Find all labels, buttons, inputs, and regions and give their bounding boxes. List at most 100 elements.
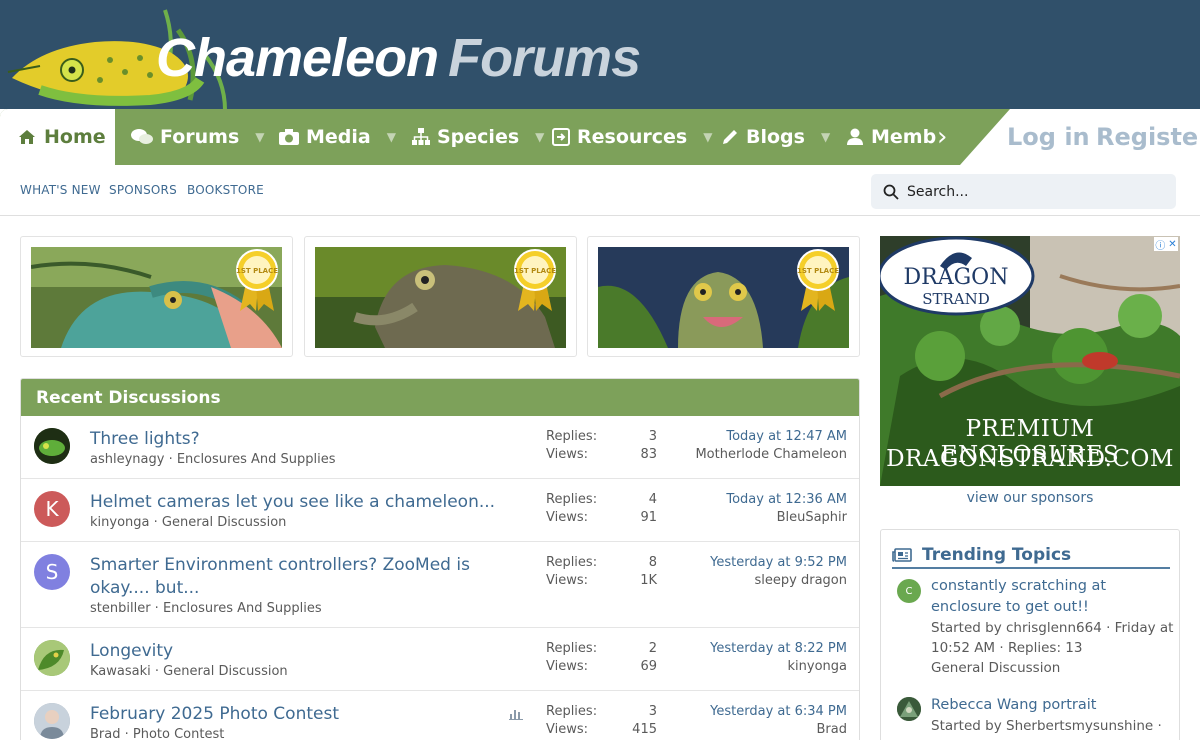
- chevron-down-icon[interactable]: ▼: [703, 130, 712, 144]
- thread-meta: stenbiller · Enclosures And Supplies: [90, 601, 322, 616]
- last-post-user[interactable]: Brad: [817, 722, 847, 737]
- trending-topic-title[interactable]: Rebecca Wang portrait: [931, 695, 1171, 716]
- nav-tab-blogs[interactable]: Blogs ▼: [721, 109, 830, 165]
- ad-brand-line1: DRAGON: [904, 265, 1009, 290]
- adchoices-icon[interactable]: ⓘ ✕: [1154, 237, 1178, 252]
- photo-contest-winner-3[interactable]: 1ST PLACE: [587, 236, 860, 357]
- login-link[interactable]: Log in: [1007, 109, 1090, 165]
- subnav-whats-new[interactable]: WHAT'S NEW: [20, 183, 101, 197]
- chevron-down-icon[interactable]: ▼: [535, 130, 544, 144]
- chevron-down-icon[interactable]: ▼: [821, 130, 830, 144]
- avatar[interactable]: K: [34, 491, 70, 527]
- avatar[interactable]: [34, 703, 70, 739]
- ad-brand-line2: STRAND: [922, 290, 990, 308]
- nav-blogs-label: Blogs: [746, 126, 805, 148]
- last-post-time[interactable]: Yesterday at 9:52 PM: [710, 555, 847, 570]
- thread-title[interactable]: Longevity: [90, 640, 530, 663]
- nav-media-label: Media: [306, 126, 371, 148]
- thread-row: Longevity Kawasaki · General Discussion …: [21, 628, 859, 691]
- trending-heading-text: Trending Topics: [922, 544, 1072, 565]
- first-place-ribbon-icon: 1ST PLACE: [236, 249, 278, 317]
- sponsor-ad-banner[interactable]: DRAGON STRAND ⓘ ✕ PREMIUM ENCLOSURES DRAG…: [880, 236, 1180, 486]
- last-post-user[interactable]: BleuSaphir: [777, 510, 847, 525]
- last-post-user[interactable]: kinyonga: [788, 659, 847, 674]
- thread-title[interactable]: Three lights?: [90, 428, 530, 451]
- trending-topic-title[interactable]: constantly scratching at enclosure to ge…: [931, 576, 1171, 618]
- register-link[interactable]: Register: [1096, 109, 1200, 165]
- thread-author[interactable]: Kawasaki: [90, 664, 151, 679]
- photo-contest-winner-1[interactable]: 1ST PLACE: [20, 236, 293, 357]
- nav-tab-members-clip: Memb: [840, 109, 938, 165]
- site-header: Chameleon Forums: [0, 0, 1200, 110]
- avatar[interactable]: S: [34, 554, 70, 590]
- subnav-sponsors[interactable]: SPONSORS: [109, 183, 177, 197]
- thread-forum[interactable]: Enclosures And Supplies: [163, 601, 322, 616]
- search-input[interactable]: Search...: [871, 174, 1176, 209]
- thread-author[interactable]: kinyonga: [90, 515, 149, 530]
- trending-topics-widget: Trending Topics C constantly scratching …: [880, 529, 1180, 740]
- thread-author[interactable]: stenbiller: [90, 601, 151, 616]
- chevron-down-icon[interactable]: ▼: [255, 130, 264, 144]
- nav-tab-forums[interactable]: Forums ▼: [131, 109, 265, 165]
- thread-meta: ashleynagy · Enclosures And Supplies: [90, 452, 336, 467]
- thread-row: K Helmet cameras let you see like a cham…: [21, 479, 859, 542]
- last-post-time[interactable]: Today at 12:47 AM: [726, 429, 847, 444]
- nav-scroll-right-icon[interactable]: ›: [937, 109, 947, 165]
- trending-topic-meta: Started by chrisglenn664 · Friday at 10:…: [931, 620, 1174, 656]
- last-post-time[interactable]: Yesterday at 8:22 PM: [710, 641, 847, 656]
- thread-author[interactable]: ashleynagy: [90, 452, 164, 467]
- thread-author[interactable]: Brad: [90, 727, 120, 740]
- nav-tab-media[interactable]: Media ▼: [279, 109, 396, 165]
- site-logo-text[interactable]: Chameleon Forums: [156, 26, 641, 90]
- thread-forum[interactable]: General Discussion: [163, 664, 288, 679]
- recent-discussions: Recent Discussions Three lights? ashleyn…: [20, 378, 860, 740]
- thread-forum[interactable]: Photo Contest: [133, 727, 224, 740]
- photo-contest-winner-2[interactable]: 1ST PLACE: [304, 236, 577, 357]
- nav-species-label: Species: [437, 126, 520, 148]
- views-count: 83: [640, 447, 657, 462]
- thread-meta: Kawasaki · General Discussion: [90, 664, 288, 679]
- avatar[interactable]: [897, 697, 921, 721]
- ad-tagline-2: DRAGONSTRAND.COM: [886, 446, 1174, 472]
- download-icon: [552, 128, 570, 146]
- nav-members-label: Memb: [871, 126, 937, 148]
- replies-count: 4: [648, 492, 657, 507]
- trending-topic-forum[interactable]: General Discussion: [931, 658, 1176, 678]
- thread-forum[interactable]: Enclosures And Supplies: [177, 452, 336, 467]
- avatar[interactable]: [34, 640, 70, 676]
- ribbon-text: 1ST PLACE: [797, 267, 839, 275]
- nav-tab-resources[interactable]: Resources ▼: [552, 109, 712, 165]
- main-nav: Home Forums ▼ Media ▼ Species ▼ Resource…: [0, 109, 1200, 165]
- first-place-ribbon-icon: 1ST PLACE: [797, 249, 839, 317]
- last-post-time[interactable]: Today at 12:36 AM: [726, 492, 847, 507]
- replies-count: 8: [648, 555, 657, 570]
- last-post-user[interactable]: Motherlode Chameleon: [695, 447, 847, 462]
- ribbon-text: 1ST PLACE: [236, 267, 278, 275]
- thread-title[interactable]: Helmet cameras let you see like a chamel…: [90, 491, 530, 514]
- thread-title[interactable]: Smarter Environment controllers? ZooMed …: [90, 554, 520, 600]
- thread-row: S Smarter Environment controllers? ZooMe…: [21, 542, 859, 628]
- search-placeholder: Search...: [907, 183, 969, 200]
- nav-tab-home[interactable]: Home: [0, 109, 115, 165]
- user-icon: [847, 128, 863, 145]
- newspaper-icon: [892, 547, 912, 562]
- nav-forums-label: Forums: [160, 126, 240, 148]
- last-post-time[interactable]: Yesterday at 6:34 PM: [710, 704, 847, 719]
- views-count: 69: [640, 659, 657, 674]
- search-icon: [883, 184, 899, 200]
- nav-home-label: Home: [44, 126, 106, 148]
- thread-forum[interactable]: General Discussion: [162, 515, 287, 530]
- poll-icon: [509, 705, 523, 724]
- thread-row: Three lights? ashleynagy · Enclosures An…: [21, 416, 859, 479]
- thread-title[interactable]: February 2025 Photo Contest: [90, 703, 530, 726]
- subnav-bookstore[interactable]: BOOKSTORE: [187, 183, 264, 197]
- views-count: 415: [632, 722, 657, 737]
- thread-meta: Brad · Photo Contest: [90, 727, 225, 740]
- view-sponsors-link[interactable]: view our sponsors: [880, 490, 1180, 506]
- chevron-down-icon[interactable]: ▼: [387, 130, 396, 144]
- last-post-user[interactable]: sleepy dragon: [755, 573, 847, 588]
- nav-tab-species[interactable]: Species ▼: [412, 109, 544, 165]
- nav-tab-members[interactable]: Memb: [846, 109, 936, 165]
- avatar[interactable]: [34, 428, 70, 464]
- avatar[interactable]: C: [897, 579, 921, 603]
